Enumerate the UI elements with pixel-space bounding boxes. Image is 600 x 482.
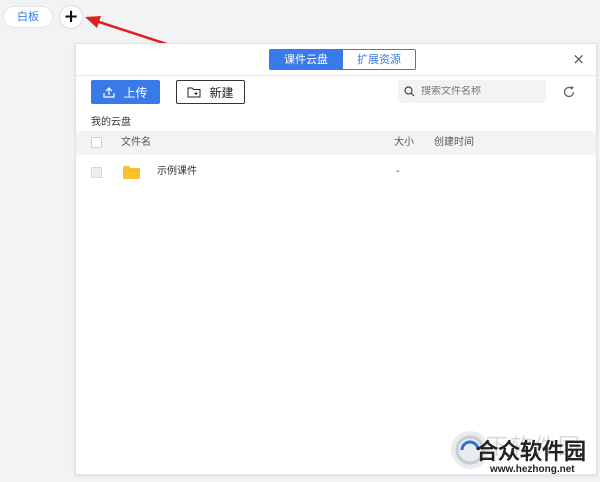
search-input[interactable] <box>421 86 531 97</box>
new-folder-icon <box>187 87 201 97</box>
select-all-checkbox[interactable] <box>91 137 102 148</box>
header-divider <box>76 75 596 76</box>
watermark-text: 合众软件园 <box>476 440 587 465</box>
tab-extended-resources[interactable]: 扩展资源 <box>343 49 416 70</box>
file-size: - <box>396 166 400 177</box>
upload-icon <box>103 86 116 98</box>
new-folder-button[interactable]: 新建 <box>176 80 245 104</box>
table-header: 文件名 大小 创建时间 <box>76 131 596 155</box>
column-header-created: 创建时间 <box>434 137 474 148</box>
breadcrumb[interactable]: 我的云盘 <box>91 113 131 128</box>
tab-courseware-cloud[interactable]: 课件云盘 <box>269 49 343 70</box>
whiteboard-tab[interactable]: 白板 <box>3 6 53 28</box>
search-box[interactable] <box>398 80 546 103</box>
column-header-size: 大小 <box>394 137 414 148</box>
panel-segment-control: 课件云盘 扩展资源 <box>269 49 416 70</box>
file-name[interactable]: 示例课件 <box>157 158 197 186</box>
cloud-drive-panel: 课件云盘 扩展资源 × 上传 新建 我的云盘 文件名 大小 创建时间 <box>75 43 597 475</box>
close-icon[interactable]: × <box>572 50 585 68</box>
add-tab-button[interactable]: + <box>59 5 83 29</box>
table-row[interactable]: 示例课件 - <box>76 158 596 186</box>
search-icon <box>404 86 415 97</box>
watermark-url: www.hezhong.net <box>490 464 575 475</box>
upload-button[interactable]: 上传 <box>91 80 160 104</box>
new-label: 新建 <box>209 85 234 100</box>
folder-icon <box>123 166 140 179</box>
row-checkbox[interactable] <box>91 167 102 178</box>
site-watermark: 当下软件园 合众软件园 www.hezhong.net <box>448 428 598 478</box>
column-header-name: 文件名 <box>121 137 151 148</box>
upload-label: 上传 <box>123 85 148 100</box>
refresh-icon[interactable] <box>562 85 576 99</box>
